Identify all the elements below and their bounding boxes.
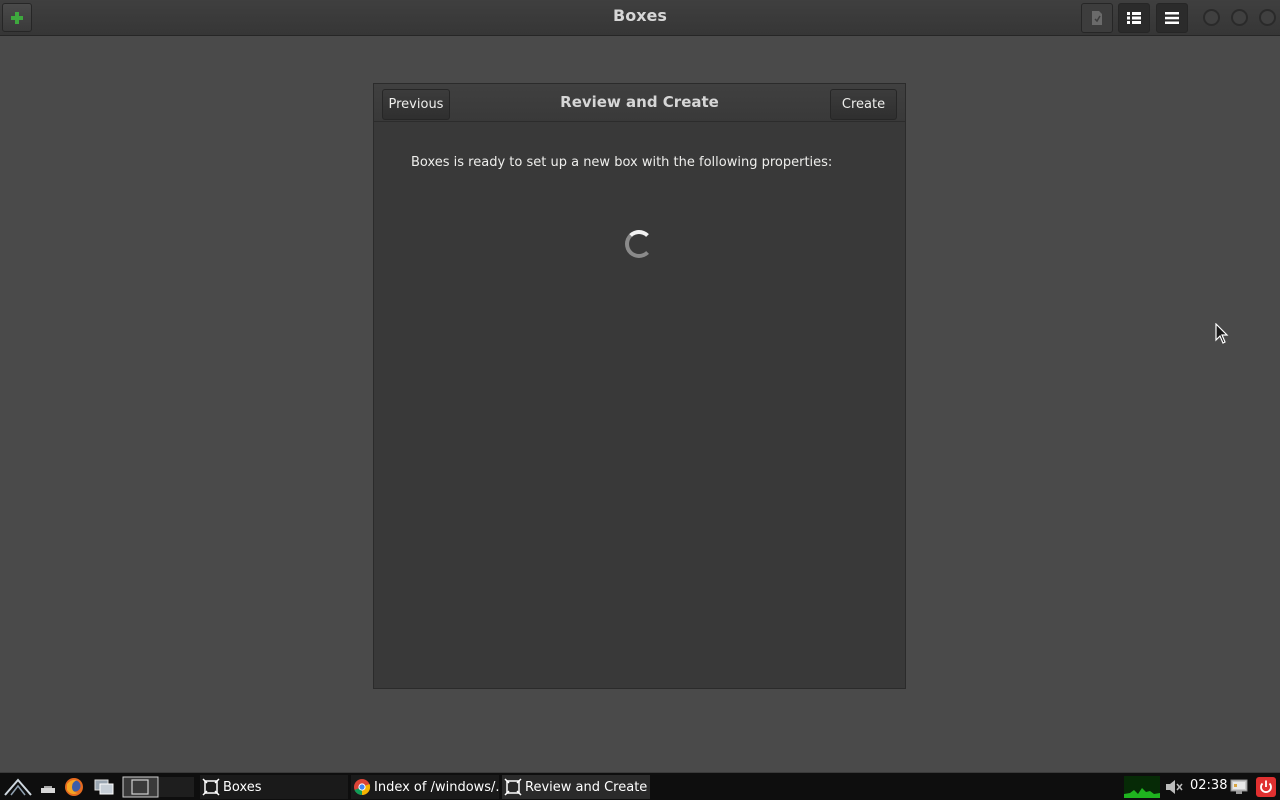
cpu-graph-icon [1124,776,1160,798]
minimize-button[interactable] [1203,9,1220,26]
list-view-button[interactable] [1118,3,1150,33]
plus-icon [11,11,23,24]
workspace-switcher[interactable] [122,775,196,799]
boxes-icon [202,778,220,796]
maximize-button[interactable] [1231,9,1248,26]
power-button[interactable] [1255,775,1277,799]
power-icon [1256,777,1276,797]
selection-mode-button[interactable] [1081,3,1113,33]
speaker-icon [1166,780,1183,794]
taskbar-task-label: Boxes [223,779,262,795]
app-menu-button[interactable] [1156,3,1188,33]
firefox-launcher[interactable] [63,775,85,799]
close-button[interactable] [1259,9,1276,26]
new-box-button[interactable] [2,3,32,32]
dialog-title: Review and Create [560,93,719,111]
network-indicator[interactable] [1229,775,1249,799]
list-view-icon [1127,12,1141,24]
taskbar-task-label: Review and Create [525,779,648,795]
workspace-icon [122,776,194,798]
chrome-icon [354,779,371,796]
taskbar-task-boxes[interactable]: Boxes [200,775,348,799]
start-menu-icon [4,778,32,796]
cpu-monitor [1124,775,1160,799]
taskbar-task-review[interactable]: Review and Create [502,775,650,799]
hamburger-menu-icon [1165,12,1179,24]
taskbar-task-label: Index of /windows/... [374,779,499,795]
firefox-icon [65,778,83,796]
create-button[interactable]: Create [830,89,897,120]
mouse-pointer-icon [1215,323,1229,344]
boxes-icon [504,778,522,796]
show-desktop-button[interactable] [38,775,58,799]
windows-icon [94,779,114,795]
file-manager-launcher[interactable] [93,775,115,799]
selection-mode-icon [1092,11,1102,25]
start-menu-button[interactable] [2,775,34,799]
taskbar: Boxes Index of /windows/... Review and C… [0,772,1280,800]
loading-spinner-icon [625,230,653,258]
review-description: Boxes is ready to set up a new box with … [411,155,833,170]
desktop-icon [41,786,55,793]
taskbar-task-browser[interactable]: Index of /windows/... [351,775,499,799]
dialog-header: Previous Review and Create Create [374,84,905,122]
clock: 02:38 [1190,778,1228,793]
header-bar: Boxes [0,0,1280,36]
volume-control[interactable] [1164,775,1184,799]
network-icon [1230,779,1248,794]
review-create-dialog: Previous Review and Create Create Boxes … [373,83,906,689]
